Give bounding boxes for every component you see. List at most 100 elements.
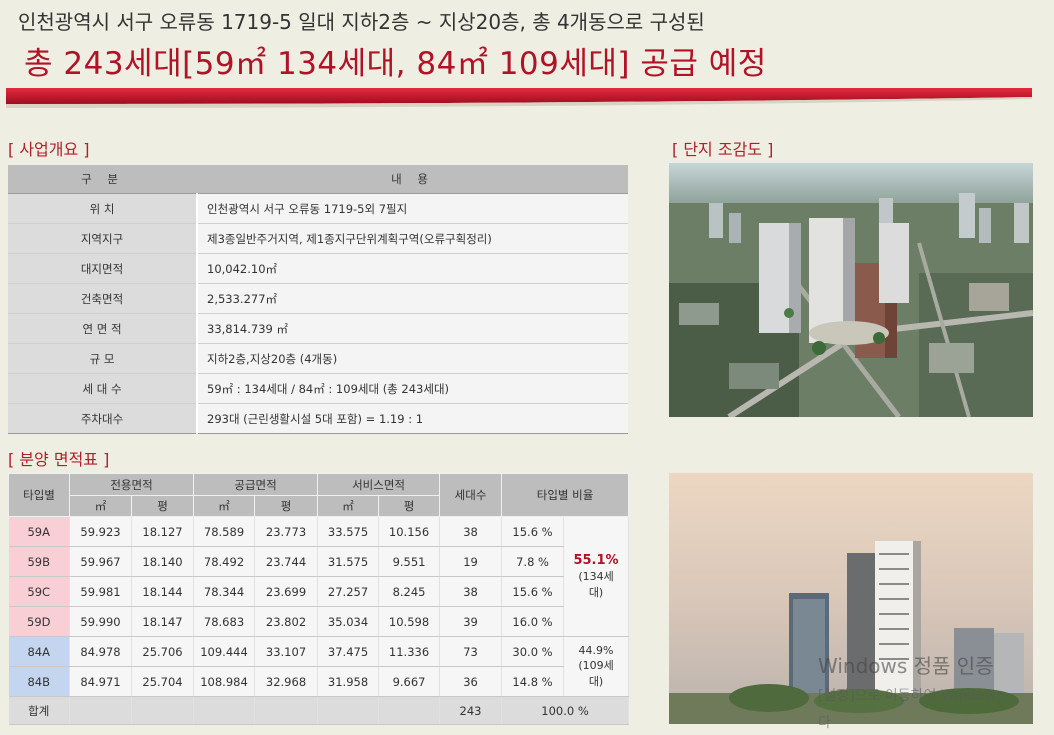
area-su-m2-cell: 78.589 [193, 516, 256, 547]
overview-row-label: 위 치 [8, 193, 198, 224]
area-su-py-cell: 33.107 [254, 636, 319, 667]
overview-row-value: 2,533.277㎡ [197, 283, 628, 314]
area-sv-m2-cell: 35.034 [317, 606, 380, 637]
area-row: 59C 59.981 18.144 78.344 23.699 27.257 8.245 38… [8, 576, 629, 607]
header-subtitle: 인천광역시 서구 오류동 1719-5 일대 지하2층 ~ 지상20층, 총 4… [18, 10, 705, 34]
area-su-m2-cell: 78.344 [193, 576, 256, 607]
area-row: 84B 84.971 25.704 108.984 32.968 31.958 9.667 3… [8, 666, 629, 697]
overview-row-value: 59㎡ : 134세대 / 84㎡ : 109세대 (총 243세대) [197, 373, 628, 404]
overview-row-label: 건축면적 [8, 283, 198, 314]
overview-col-value: 내 용 [197, 165, 628, 194]
area-row: 84A 84.978 25.706 109.444 33.107 37.475 11.336… [8, 636, 630, 697]
area-units-cell: 39 [439, 606, 503, 637]
overview-row: 세 대 수 59㎡ : 134세대 / 84㎡ : 109세대 (총 243세대) [8, 373, 628, 404]
area-ratio-cell: 7.8 % [501, 546, 565, 577]
overview-row-value: 인천광역시 서구 오류동 1719-5외 7필지 [197, 193, 628, 224]
area-ratio-cell: 16.0 % [501, 606, 565, 637]
area-ex-py-cell: 18.144 [131, 576, 195, 607]
area-su-m2-cell: 108.984 [193, 666, 256, 697]
overview-row: 건축면적 2,533.277㎡ [8, 283, 628, 314]
overview-table: 구 분 내 용 위 치 인천광역시 서구 오류동 1719-5외 7필지 지역지구 제… [8, 165, 628, 434]
area-type-cell: 84B [8, 666, 70, 697]
area-ex-m2-cell: 59.981 [69, 576, 132, 607]
overview-row-label: 세 대 수 [8, 373, 198, 404]
group84-ratio-cell: 44.9% (109세 대) [563, 636, 630, 697]
group59-pct: 55.1% [573, 553, 619, 568]
overview-row-label: 지역지구 [8, 223, 198, 254]
area-ex-m2-cell: 84.971 [69, 666, 132, 697]
windows-activation-watermark: Windows 정품 인증 [818, 654, 994, 678]
overview-row: 규 모 지하2층,지상20층 (4개동) [8, 343, 628, 374]
area-ratio-cell: 15.6 % [501, 576, 565, 607]
aerial-view-image [669, 163, 1033, 417]
area-su-py-cell: 32.968 [254, 666, 319, 697]
area-table: 타입별 전용면적 공급면적 서비스면적 세대수 타입별 비율 ㎡ 평 ㎡ 평 ㎡… [8, 473, 630, 725]
overview-row-label: 연 면 적 [8, 313, 198, 344]
header-banner-stripe [6, 88, 1032, 108]
area-total-units: 243 [439, 696, 503, 725]
area-su-py-cell: 23.802 [254, 606, 319, 637]
area-subheader-sqm: ㎡ [317, 495, 380, 517]
area-sv-m2-cell: 31.958 [317, 666, 380, 697]
group59-note1: (134세 [578, 570, 614, 583]
area-type-cell: 59D [8, 606, 70, 637]
area-su-py-cell: 23.773 [254, 516, 319, 547]
area-total-ratio: 100.0 % [501, 696, 630, 725]
area-subheader-pyeong: 평 [130, 495, 195, 517]
overview-row-value: 33,814.739 ㎡ [197, 313, 628, 344]
area-header-ratio: 타입별 비율 [501, 473, 630, 517]
area-type-cell: 59C [8, 576, 70, 607]
area-ex-py-cell: 18.147 [131, 606, 195, 637]
area-units-cell: 19 [439, 546, 503, 577]
area-total-label: 합계 [8, 696, 70, 725]
area-total-row: 합계 243 100.0 % [8, 696, 630, 725]
aerial-view-illustration [669, 163, 1033, 417]
area-sv-py-cell: 10.156 [378, 516, 441, 547]
area-header-exclusive: 전용면적 [68, 473, 195, 496]
overview-row: 대지면적 10,042.10㎡ [8, 253, 628, 284]
area-su-py-cell: 23.744 [254, 546, 319, 577]
area-sv-m2-cell: 31.575 [317, 546, 380, 577]
windows-activation-watermark-line2: [설정]으로 이동하여 Windows [818, 688, 1004, 704]
overview-row-label: 대지면적 [8, 253, 198, 284]
area-header-service: 서비스면적 [317, 473, 441, 496]
area-header-supply: 공급면적 [193, 473, 319, 496]
overview-row: 위 치 인천광역시 서구 오류동 1719-5외 7필지 [8, 193, 628, 224]
group59-ratio-cell: 55.1% (134세 대) [563, 516, 630, 637]
area-sv-py-cell: 8.245 [378, 576, 441, 607]
area-ex-py-cell: 25.704 [131, 666, 195, 697]
area-ex-py-cell: 18.140 [131, 546, 195, 577]
area-units-cell: 73 [439, 636, 503, 667]
group84-note2: 대) [588, 675, 604, 688]
area-section-title: [ 분양 면적표 ] [8, 450, 110, 469]
area-sv-py-cell: 9.667 [378, 666, 441, 697]
area-units-cell: 38 [439, 576, 503, 607]
area-subheader-sqm: ㎡ [193, 495, 256, 517]
area-sv-m2-cell: 37.475 [317, 636, 380, 667]
area-type-cell: 59B [8, 546, 70, 577]
overview-row-value: 지하2층,지상20층 (4개동) [197, 343, 628, 374]
area-ratio-cell: 14.8 % [501, 666, 565, 697]
area-ex-m2-cell: 59.990 [69, 606, 132, 637]
area-ex-py-cell: 18.127 [131, 516, 195, 547]
area-ex-py-cell: 25.706 [131, 636, 195, 667]
overview-row-label: 주차대수 [8, 403, 198, 434]
area-ex-m2-cell: 59.923 [69, 516, 132, 547]
area-su-m2-cell: 109.444 [193, 636, 256, 667]
overview-row: 지역지구 제3종일반주거지역, 제1종지구단위계획구역(오류구획정리) [8, 223, 628, 254]
area-row: 59D 59.990 18.147 78.683 23.802 35.034 10.598 3… [8, 606, 629, 637]
area-sv-m2-cell: 27.257 [317, 576, 380, 607]
group84-pct: 44.9% [578, 644, 614, 657]
area-ex-m2-cell: 84.978 [69, 636, 132, 667]
overview-row-label: 규 모 [8, 343, 198, 374]
overview-row: 주차대수 293대 (근린생활시설 5대 포함) = 1.19 : 1 [8, 403, 628, 434]
area-units-cell: 38 [439, 516, 503, 547]
overview-row-value: 293대 (근린생활시설 5대 포함) = 1.19 : 1 [197, 403, 628, 434]
area-type-cell: 84A [8, 636, 70, 667]
area-sv-py-cell: 10.598 [378, 606, 441, 637]
area-su-m2-cell: 78.492 [193, 546, 256, 577]
area-sv-m2-cell: 33.575 [317, 516, 380, 547]
overview-row-value: 제3종일반주거지역, 제1종지구단위계획구역(오류구획정리) [197, 223, 628, 254]
area-subheader-sqm: ㎡ [69, 495, 132, 517]
overview-row-value: 10,042.10㎡ [197, 253, 628, 284]
